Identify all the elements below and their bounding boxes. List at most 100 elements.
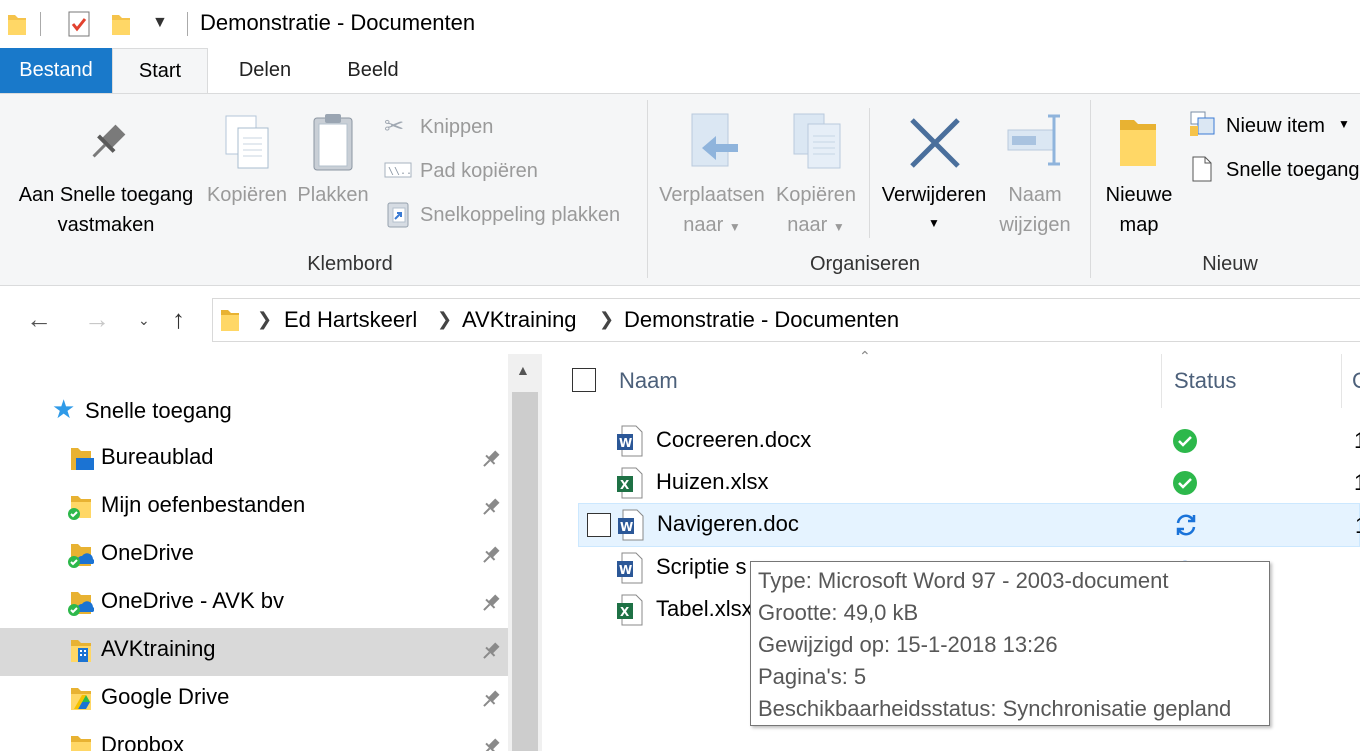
paste-label: Plakken — [297, 184, 369, 206]
pin-icon[interactable] — [480, 544, 502, 566]
copy-path-button[interactable]: \\.. Pad kopiëren — [382, 154, 562, 188]
move-to-label2-text: naar — [683, 214, 724, 236]
tab-file[interactable]: Bestand — [0, 48, 112, 93]
new-folder-label2: map — [1119, 214, 1159, 236]
chevron-down-icon: ▼ — [728, 220, 741, 234]
nav-item-onedrive-avk[interactable]: OneDrive - AVK bv — [0, 580, 508, 628]
address-bar[interactable]: ❯ Ed Hartskeerl ❯ AVKtraining ❯ Demonstr… — [212, 298, 1360, 342]
nav-item-desktop[interactable]: Bureaublad — [0, 436, 508, 484]
pin-quick-access-button[interactable]: Aan Snelle toegang vastmaken — [10, 108, 202, 248]
tooltip-size: Grootte: 49,0 kB — [758, 600, 919, 625]
qat-dropdown-icon[interactable]: ▼ — [152, 14, 168, 32]
partial-cell: 1 — [1355, 513, 1360, 539]
nav-item-dropbox[interactable]: Dropbox — [0, 724, 508, 751]
file-name: Cocreeren.docx — [656, 427, 812, 452]
rename-button[interactable]: Naam wijzigen — [994, 108, 1076, 248]
star-icon: ★ — [52, 394, 76, 424]
breadcrumb-item-current[interactable]: Demonstratie - Documenten — [624, 307, 899, 333]
breadcrumb-item[interactable]: AVKtraining — [462, 307, 577, 333]
tab-share[interactable]: Delen — [222, 48, 308, 93]
file-row[interactable]: W Cocreeren.docx 1 — [578, 420, 1360, 462]
word-doc-icon: W — [618, 509, 644, 541]
tab-start[interactable]: Start — [112, 48, 208, 94]
nav-item-label: Dropbox — [101, 732, 185, 751]
new-item-label: Nieuw item — [1226, 115, 1325, 137]
breadcrumb-chevron-icon[interactable]: ❯ — [257, 309, 272, 330]
paste-shortcut-button[interactable]: Snelkoppeling plakken — [382, 198, 632, 232]
sort-ascending-icon: ⌃ — [859, 348, 871, 364]
svg-text:W: W — [619, 436, 632, 450]
paste-shortcut-icon — [387, 202, 409, 228]
nav-item-google-drive[interactable]: Google Drive — [0, 676, 508, 724]
file-name: Huizen.xlsx — [656, 469, 769, 494]
quick-access-node[interactable]: ★ Snelle toegang — [50, 390, 500, 434]
paste-button[interactable]: Plakken — [292, 108, 374, 218]
quick-access-label: Snelle toegang — [85, 398, 232, 423]
copy-to-button[interactable]: Kopiëren naar ▼ — [772, 108, 860, 248]
up-arrow-icon[interactable]: ↑ — [172, 304, 185, 335]
chevron-down-icon[interactable]: ▼ — [928, 216, 940, 230]
rename-icon — [1007, 114, 1060, 166]
properties-icon[interactable] — [66, 10, 92, 38]
back-arrow-icon[interactable]: ← — [26, 304, 52, 335]
ribbon-separator — [869, 108, 870, 238]
new-folder-icon[interactable] — [110, 11, 134, 37]
new-folder-button[interactable]: Nieuwe map — [1098, 108, 1180, 248]
column-header-name[interactable]: Naam — [619, 368, 678, 394]
delete-label: Verwijderen — [881, 184, 987, 206]
column-divider[interactable] — [1341, 354, 1342, 408]
tab-view[interactable]: Beeld — [330, 48, 416, 93]
recent-locations-chevron-icon[interactable]: ⌄ — [138, 312, 150, 329]
easy-access-button[interactable]: Snelle toegang — [1186, 152, 1360, 188]
nav-item-label: OneDrive — [101, 540, 194, 565]
chevron-down-icon: ▼ — [832, 220, 845, 234]
svg-text:\\..: \\.. — [388, 166, 412, 177]
file-name: Tabel.xlsx — [656, 596, 753, 621]
scissors-icon: ✂ — [384, 113, 405, 140]
nav-item-avktraining[interactable]: AVKtraining — [0, 628, 508, 676]
nav-scroll-thumb[interactable] — [512, 392, 538, 751]
move-to-button[interactable]: Verplaatsen naar ▼ — [656, 108, 768, 248]
row-checkbox[interactable] — [587, 513, 611, 537]
copy-label: Kopiëren — [206, 184, 288, 206]
breadcrumb-chevron-icon[interactable]: ❯ — [599, 309, 614, 330]
pin-icon[interactable] — [480, 592, 502, 614]
easy-access-icon — [1192, 156, 1212, 182]
breadcrumb-chevron-icon[interactable]: ❯ — [437, 309, 452, 330]
nav-item-label: Bureaublad — [101, 444, 214, 469]
nav-item-practice-files[interactable]: Mijn oefenbestanden — [0, 484, 508, 532]
pin-icon[interactable] — [480, 688, 502, 710]
copy-to-label2-text: naar — [787, 214, 828, 236]
file-row[interactable]: X Huizen.xlsx 1 — [578, 462, 1360, 504]
pin-icon[interactable] — [480, 496, 502, 518]
move-to-icon — [691, 113, 738, 167]
folder-icon — [8, 15, 26, 35]
new-item-button[interactable]: Nieuw item ▼ — [1186, 108, 1360, 144]
pin-icon[interactable] — [480, 448, 502, 470]
column-header-next[interactable]: G — [1352, 368, 1360, 394]
column-divider[interactable] — [1161, 354, 1162, 408]
pin-icon[interactable] — [480, 640, 502, 662]
copy-to-label1: Kopiëren — [775, 184, 857, 206]
file-row-hovered[interactable]: W Navigeren.doc 1 — [578, 503, 1360, 547]
pin-icon[interactable] — [480, 736, 502, 751]
synced-folder-icon — [68, 496, 91, 520]
paste-shortcut-label: Snelkoppeling plakken — [420, 204, 621, 226]
delete-button[interactable]: Verwijderen ▼ — [876, 108, 992, 248]
column-header-row — [560, 354, 1360, 408]
select-all-checkbox[interactable] — [572, 368, 596, 392]
nav-item-onedrive[interactable]: OneDrive — [0, 532, 508, 580]
pin-label-line2: vastmaken — [57, 214, 155, 236]
scroll-up-arrow-icon[interactable]: ▲ — [516, 362, 530, 378]
copy-button[interactable]: Kopiëren — [204, 108, 290, 218]
copy-to-icon — [793, 113, 841, 169]
column-header-status[interactable]: Status — [1174, 368, 1236, 394]
forward-arrow-icon[interactable]: → — [84, 304, 110, 335]
rename-label1: Naam — [1008, 184, 1062, 206]
easy-access-label: Snelle toegang — [1226, 159, 1360, 181]
cut-button[interactable]: ✂ Knippen — [382, 110, 522, 144]
ribbon-separator — [1090, 100, 1091, 278]
copy-path-label: Pad kopiëren — [420, 160, 538, 182]
breadcrumb-item[interactable]: Ed Hartskeerl — [284, 307, 417, 333]
desktop-folder-icon — [71, 448, 94, 470]
